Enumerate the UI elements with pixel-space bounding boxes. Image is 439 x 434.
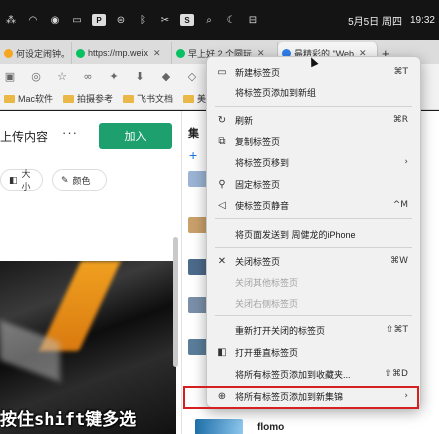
tab-alarm[interactable]: 何设定闹钟。 ✕	[0, 42, 72, 64]
bluetooth-icon[interactable]: ᛒ	[136, 14, 150, 26]
wifi-icon[interactable]: ◠	[26, 14, 40, 26]
mute-icon: ◁	[218, 199, 226, 211]
collection-thumbnail[interactable]	[188, 217, 208, 233]
menubar-date[interactable]: 5月5日 周四	[348, 13, 402, 28]
wechat-favicon-icon	[176, 48, 185, 58]
signal-icon[interactable]: ⁂	[4, 14, 18, 26]
moon-icon[interactable]: ☾	[224, 14, 238, 26]
video-caption: 按住shift键多选	[0, 410, 137, 430]
folder-icon	[183, 94, 195, 103]
join-button[interactable]: 加入	[99, 123, 172, 149]
folder-icon	[4, 94, 15, 103]
menu-item-mute-tab[interactable]: ◁ 使标签页静音 ^M	[207, 196, 420, 214]
menu-separator	[215, 315, 412, 316]
compass-icon[interactable]: ◎	[30, 70, 42, 83]
collection-thumbnail[interactable]	[188, 259, 208, 275]
pencil-icon: ✎	[61, 174, 69, 185]
flomo-thumbnail	[195, 419, 243, 434]
macos-menubar: ⁂ ◠ ◉ ▭ P ⊜ ᛒ ✂ S ⌕ ☾ ⊟ 5月5日 周四 19:32	[0, 0, 439, 40]
menu-item-reopen-closed-tab[interactable]: 重新打开关闭的标签页 ⇧⌘T	[207, 321, 420, 339]
bookmark-icon[interactable]: ☆	[56, 70, 68, 83]
e-icon[interactable]: ⊜	[114, 14, 128, 26]
download-icon[interactable]: ⬇	[134, 70, 146, 83]
collection-thumbnail[interactable]	[188, 339, 208, 355]
tab-title: https://mp.weix	[88, 48, 149, 58]
folder-icon	[63, 94, 75, 103]
scissors-icon[interactable]: ✂	[158, 14, 172, 26]
menu-separator	[215, 247, 412, 248]
bookmark-label: Mac软件	[18, 94, 54, 104]
bookmark-other[interactable]: 美	[183, 92, 206, 105]
p-icon[interactable]: P	[92, 14, 106, 26]
new-tab-icon: ▭	[217, 66, 227, 78]
add-collection-button[interactable]: +	[189, 147, 197, 163]
menu-item-refresh[interactable]: ↻ 刷新 ⌘R	[207, 111, 420, 129]
collections-panel-title: 集	[188, 128, 199, 140]
menu-item-move-tab[interactable]: 将标签页移到 ›	[207, 153, 420, 171]
menu-item-close-other-tabs: 关闭其他标签页	[235, 277, 299, 288]
menubar-time[interactable]: 19:32	[410, 15, 435, 26]
bookmark-label: 飞书文档	[137, 94, 174, 104]
refresh-icon: ↻	[217, 114, 227, 126]
size-chip[interactable]: ◧ 大小	[0, 169, 43, 192]
control-center-icon[interactable]: ⊟	[246, 14, 260, 26]
menu-separator	[215, 218, 412, 219]
wechat-favicon-icon	[76, 48, 85, 58]
extension-icon[interactable]: ◆	[160, 70, 172, 83]
tab-context-menu: ▭ 新建标签页 ⌘T 将标签页添加到新组 ↻ 刷新 ⌘R ⧉ 复制标签页 将标签…	[206, 56, 421, 408]
highlight-box	[183, 386, 419, 409]
extension-icon[interactable]: ✦	[108, 70, 120, 83]
panel-divider	[181, 111, 182, 434]
collections-icon[interactable]: ▣	[4, 70, 16, 83]
menu-item-send-to-iphone[interactable]: 将页面发送到 周健龙的iPhone	[207, 225, 420, 243]
menu-item-pin-tab[interactable]: ⚲ 固定标签页	[207, 175, 420, 193]
link-icon[interactable]: ∞	[82, 70, 94, 83]
menu-separator	[215, 106, 412, 107]
wechat-icon[interactable]: ◉	[48, 14, 62, 26]
menu-item-add-to-group[interactable]: 将标签页添加到新组	[207, 83, 420, 101]
scrollbar[interactable]	[173, 237, 178, 367]
menu-item-duplicate-tab[interactable]: ⧉ 复制标签页	[207, 132, 420, 150]
color-chip[interactable]: ✎ 颜色	[52, 169, 107, 191]
bookmark-shooting-reference[interactable]: 拍摄参考	[63, 92, 113, 105]
menu-item-close-right-tabs: 关闭右侧标签页	[235, 298, 299, 309]
chip-label: 颜色	[72, 175, 91, 186]
flomo-label: flomo	[257, 421, 285, 433]
duplicate-icon: ⧉	[218, 135, 226, 147]
chevron-right-icon: ›	[404, 157, 408, 167]
s-icon[interactable]: S	[180, 14, 194, 26]
bookmark-mac-software[interactable]: Mac软件	[4, 92, 53, 105]
tab-favicon	[4, 48, 13, 58]
vertical-tabs-icon: ◧	[217, 346, 227, 358]
tab-mp-weixin[interactable]: https://mp.weix ✕	[72, 42, 172, 64]
menu-item-vertical-tabs[interactable]: ◧ 打开垂直标签页	[207, 343, 420, 361]
bookmark-feishu-docs[interactable]: 飞书文档	[123, 92, 173, 105]
bookmark-label: 美	[197, 94, 207, 104]
size-icon: ◧	[9, 174, 18, 185]
close-icon[interactable]: ✕	[153, 48, 161, 59]
more-button[interactable]: ···	[62, 125, 78, 140]
extension-icon[interactable]: ◇	[186, 70, 198, 83]
collection-thumbnail[interactable]	[188, 297, 208, 313]
bookmark-label: 拍摄参考	[77, 94, 114, 104]
close-icon: ✕	[217, 255, 227, 267]
collection-thumbnail[interactable]	[188, 171, 208, 187]
tab-title: 何设定闹钟。	[16, 48, 71, 59]
chip-label: 大小	[21, 169, 31, 192]
pin-icon: ⚲	[218, 178, 226, 190]
collection-item-flomo[interactable]: flomo	[195, 419, 284, 434]
upload-content-title: 上传内容	[0, 130, 49, 144]
battery-icon[interactable]: ▭	[70, 14, 84, 26]
menu-item-close-tab[interactable]: ✕ 关闭标签页 ⌘W	[207, 252, 420, 270]
folder-icon	[123, 94, 135, 103]
menu-item-add-all-to-favorites[interactable]: 将所有标签页添加到收藏夹... ⇧⌘D	[207, 365, 420, 383]
search-icon[interactable]: ⌕	[202, 14, 216, 26]
